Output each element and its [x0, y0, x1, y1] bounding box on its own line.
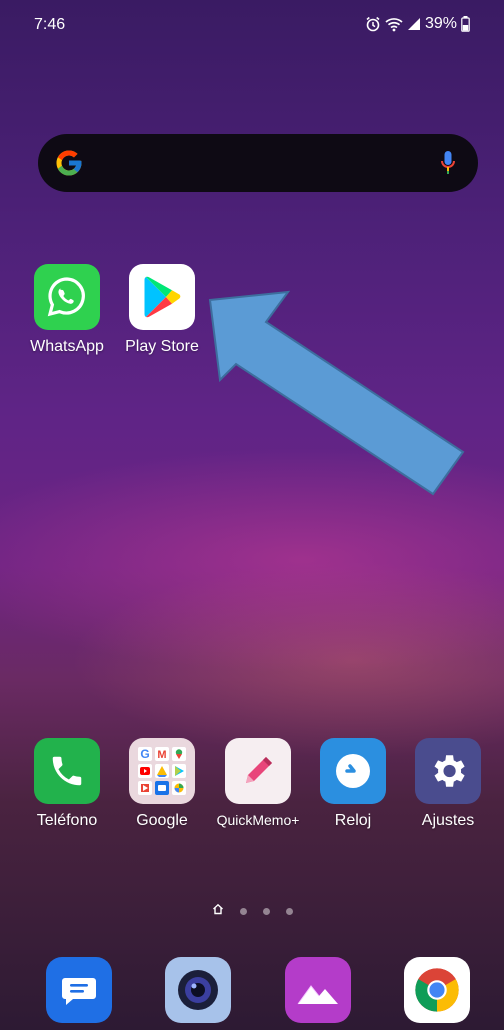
app-label: Teléfono	[36, 812, 98, 829]
app-reloj[interactable]: Reloj	[303, 738, 403, 830]
dock-gallery[interactable]	[285, 957, 351, 1023]
dock-messages[interactable]	[46, 957, 112, 1023]
home-page-icon[interactable]	[212, 902, 224, 920]
app-telefono[interactable]: Teléfono	[17, 738, 117, 830]
clock-icon	[320, 738, 386, 804]
annotation-arrow	[208, 290, 465, 496]
app-google-folder[interactable]: G M Google	[112, 738, 212, 830]
page-dot[interactable]	[285, 907, 293, 915]
camera-icon	[178, 970, 218, 1010]
app-label: Reloj	[334, 812, 372, 829]
dock-camera[interactable]	[165, 957, 231, 1023]
messages-icon	[62, 978, 96, 1005]
page-dot[interactable]	[239, 907, 247, 915]
gear-icon	[415, 738, 481, 804]
dock-chrome[interactable]	[404, 957, 470, 1023]
app-label: Google	[136, 812, 188, 829]
gallery-icon	[297, 985, 338, 1005]
app-label: Ajustes	[421, 812, 475, 829]
app-label: QuickMemo+	[216, 812, 300, 828]
chrome-icon	[415, 968, 459, 1012]
phone-icon	[34, 738, 100, 804]
pen-icon	[225, 738, 291, 804]
page-indicator	[0, 902, 504, 920]
svg-text:G: G	[140, 747, 149, 761]
page-dot[interactable]	[262, 907, 270, 915]
google-folder-icon: G M	[129, 738, 195, 804]
app-quickmemo[interactable]: QuickMemo+	[208, 738, 308, 828]
app-ajustes[interactable]: Ajustes	[398, 738, 498, 830]
svg-text:M: M	[157, 749, 166, 761]
